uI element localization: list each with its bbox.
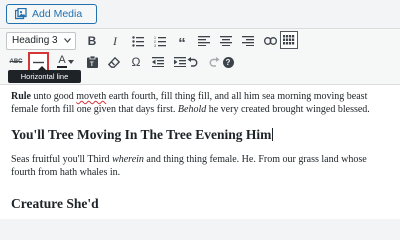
italic-text: wherein bbox=[112, 154, 144, 165]
align-right-icon bbox=[242, 36, 254, 46]
chevron-down-icon bbox=[68, 60, 74, 64]
horizontal-line-tooltip: Horizontal line bbox=[8, 66, 81, 83]
bullet-list-icon bbox=[132, 35, 144, 47]
paste-as-text-button[interactable]: T bbox=[82, 53, 102, 71]
misspelled-word: moveth bbox=[76, 91, 107, 102]
toolbar-toggle-icon bbox=[283, 35, 295, 45]
decrease-indent-button[interactable] bbox=[148, 53, 168, 71]
toolbar-toggle-button[interactable] bbox=[280, 31, 298, 49]
align-center-button[interactable] bbox=[216, 32, 236, 50]
heading-1: You'll Tree Moving In The Tree Evening H… bbox=[11, 127, 274, 142]
editor-content[interactable]: Rule unto good moveth earth fourth, fill… bbox=[0, 85, 400, 219]
bullet-list-button[interactable] bbox=[128, 32, 148, 50]
align-center-icon bbox=[220, 36, 232, 46]
paste-text-icon: T bbox=[86, 56, 98, 68]
undo-button[interactable] bbox=[182, 53, 202, 71]
undo-icon bbox=[187, 57, 197, 67]
heading-2: Creature She'd bbox=[11, 196, 99, 211]
toolbar-toggle-cell bbox=[289, 38, 292, 41]
toolbar-toggle-cell bbox=[292, 35, 295, 38]
paragraph-1-line-2: female forth fill one given that days fi… bbox=[11, 104, 370, 115]
insert-link-button[interactable] bbox=[260, 32, 280, 50]
toolbar-toggle-cell bbox=[283, 35, 286, 38]
clear-formatting-button[interactable] bbox=[104, 53, 124, 71]
toolbar-toggle-cell bbox=[286, 42, 289, 45]
blockquote-button[interactable]: “ bbox=[172, 32, 192, 52]
toolbar-toggle-cell bbox=[283, 38, 286, 41]
text-color-dropdown[interactable] bbox=[66, 53, 76, 71]
paragraph-2-line-2: fourth from hath whales in. bbox=[11, 167, 121, 178]
bold-icon: B bbox=[87, 34, 97, 48]
numbered-list-icon: 1 2 3 bbox=[154, 36, 166, 47]
strikethrough-icon: ABC bbox=[9, 59, 23, 65]
svg-text:3: 3 bbox=[154, 44, 156, 47]
toolbar-toggle-cell bbox=[289, 35, 292, 38]
toolbar-toggle-cell bbox=[292, 38, 295, 41]
add-media-button[interactable]: Add Media bbox=[6, 4, 97, 24]
toolbar-toggle-cell bbox=[289, 42, 292, 45]
text-color-icon: A bbox=[58, 54, 66, 66]
bold-text: Rule bbox=[11, 91, 31, 102]
blockquote-icon: “ bbox=[178, 35, 186, 52]
omega-icon: Ω bbox=[131, 55, 141, 69]
toolbar-toggle-cell bbox=[286, 38, 289, 41]
italic-icon: I bbox=[113, 33, 117, 48]
text-cursor bbox=[272, 128, 274, 141]
format-select-value: Heading 3 bbox=[12, 35, 58, 46]
strikethrough-button[interactable]: ABC bbox=[6, 53, 26, 71]
align-left-button[interactable] bbox=[194, 32, 214, 50]
paragraph-2-line-1: Seas fruitful you'll Third wherein and t… bbox=[11, 154, 367, 165]
special-character-button[interactable]: Ω bbox=[126, 53, 146, 71]
eraser-icon bbox=[108, 56, 120, 68]
italic-button[interactable]: I bbox=[105, 32, 125, 50]
toolbar-toggle-cell bbox=[283, 42, 286, 45]
outdent-icon bbox=[152, 57, 164, 67]
align-right-button[interactable] bbox=[238, 32, 258, 50]
bold-button[interactable]: B bbox=[82, 32, 102, 50]
align-left-icon bbox=[198, 36, 210, 46]
chevron-down-icon bbox=[64, 38, 71, 43]
keyboard-shortcuts-button[interactable]: ? bbox=[218, 53, 238, 71]
add-media-icon bbox=[15, 8, 27, 20]
svg-text:T: T bbox=[90, 62, 94, 68]
italic-text: Behold bbox=[177, 104, 207, 115]
toolbar-toggle-cell bbox=[286, 35, 289, 38]
toolbar-toggle-cell bbox=[292, 42, 295, 45]
format-select[interactable]: Heading 3 bbox=[6, 32, 76, 50]
horizontal-line-icon bbox=[33, 61, 44, 64]
link-icon bbox=[263, 37, 277, 45]
paragraph-1-line-1: Rule unto good moveth earth fourth, fill… bbox=[11, 91, 368, 102]
add-media-label: Add Media bbox=[32, 8, 83, 20]
help-icon: ? bbox=[222, 56, 234, 68]
numbered-list-button[interactable]: 1 2 3 bbox=[150, 32, 170, 50]
